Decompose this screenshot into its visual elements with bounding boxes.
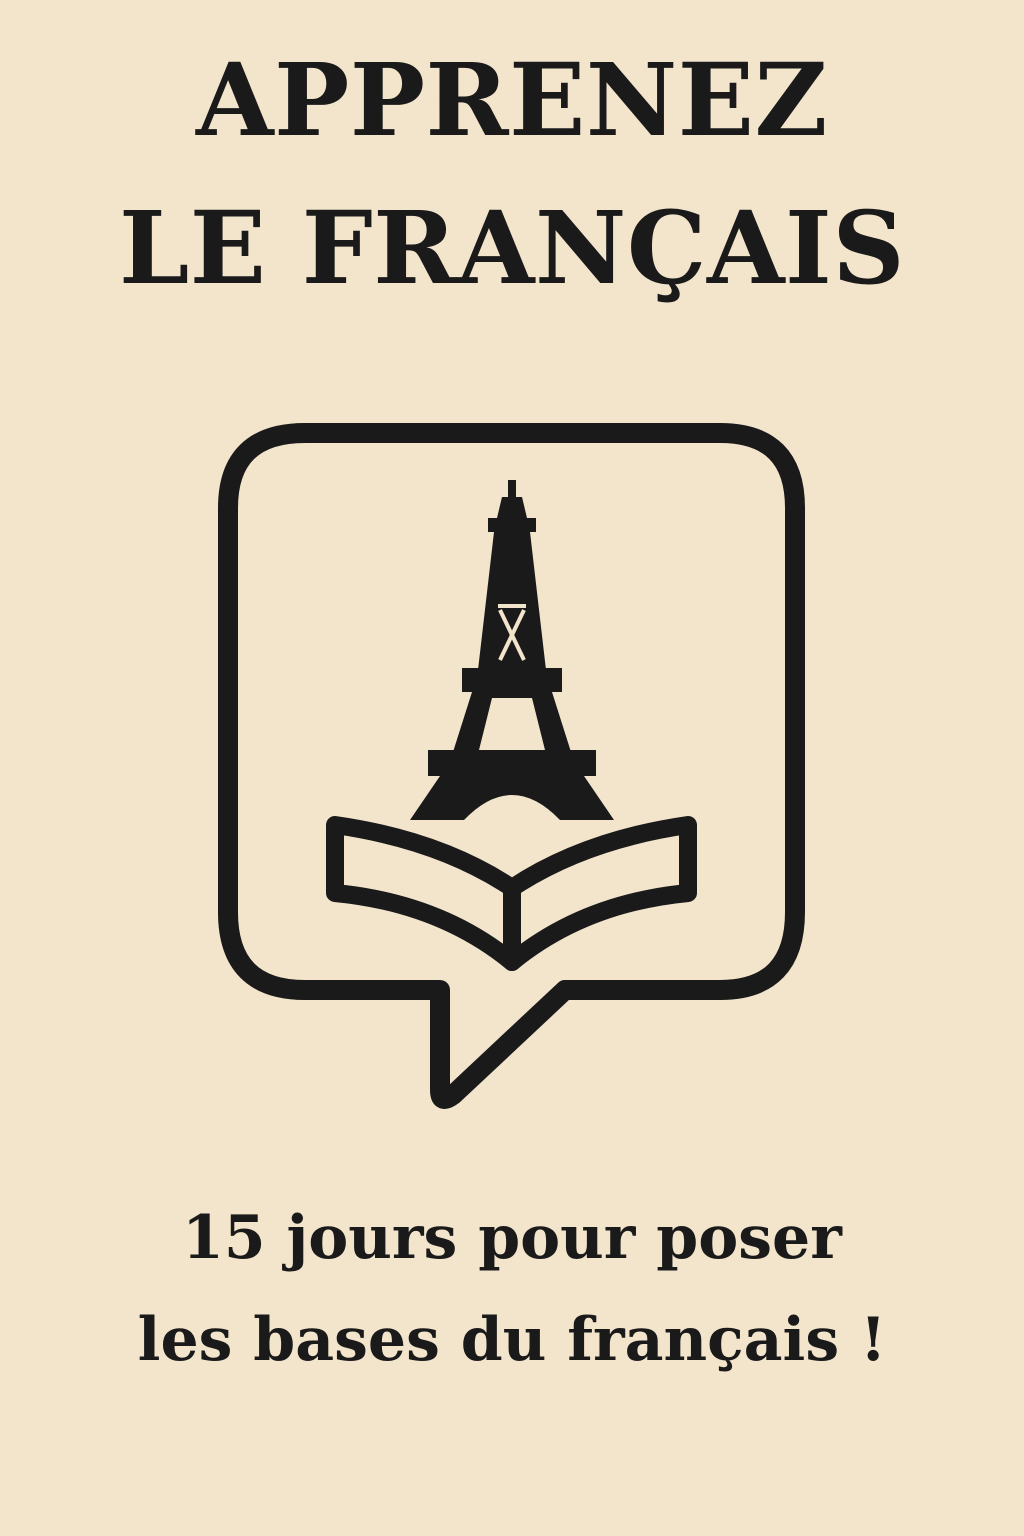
title-line-1: APPRENEZ [196, 41, 828, 159]
tower-lattice [498, 604, 526, 661]
subtitle-line-1: 15 jours pour poser [182, 1203, 842, 1273]
open-book-icon [326, 816, 697, 971]
eiffel-tower-icon [410, 480, 614, 820]
subtitle-line-2: les bases du français ! [137, 1305, 887, 1375]
speech-bubble-icon [218, 423, 805, 1109]
title-line-2: LE FRANÇAIS [118, 189, 906, 307]
